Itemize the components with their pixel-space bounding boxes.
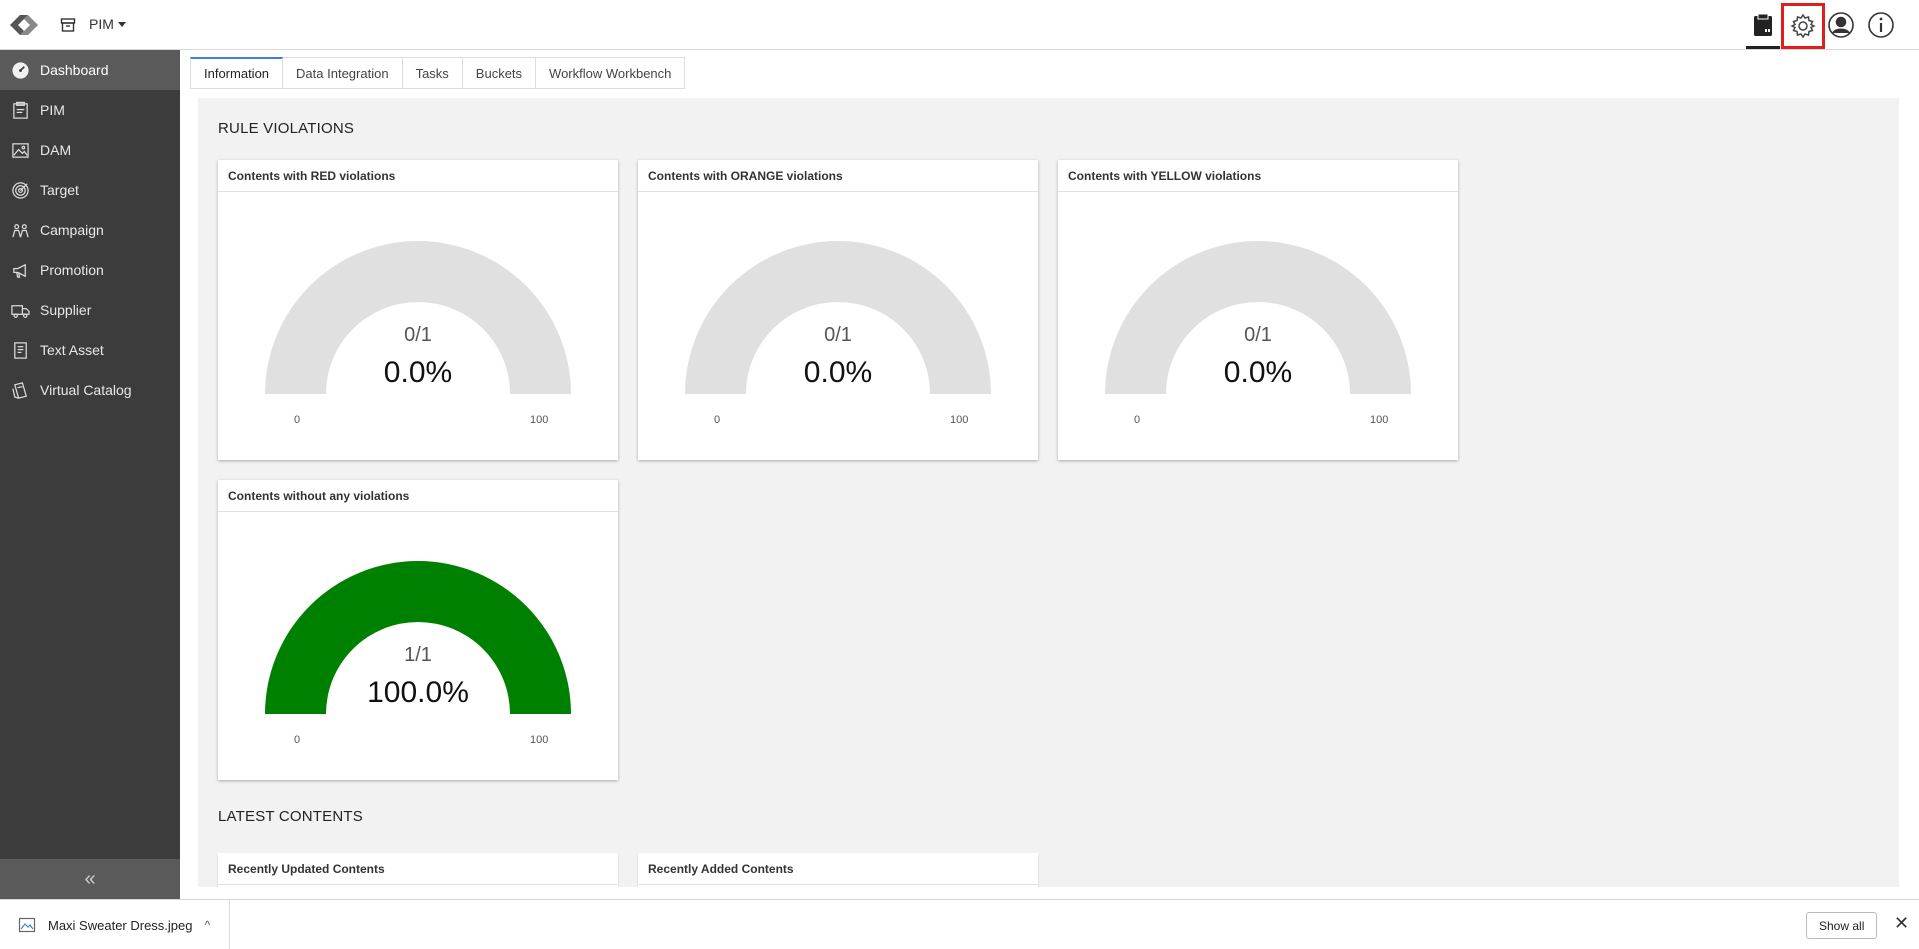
card-title: Contents without any violations — [218, 480, 618, 512]
sidebar-item-promotion[interactable]: Promotion — [0, 250, 180, 290]
gauge: 0/1 0.0% 0 100 — [638, 192, 1038, 460]
sidebar-item-label: Virtual Catalog — [40, 382, 132, 398]
gauge-max-label: 100 — [1370, 414, 1389, 426]
module-selector[interactable]: PIM — [89, 16, 126, 32]
info-icon[interactable] — [1864, 8, 1898, 42]
truck-icon — [9, 299, 31, 321]
tab-data-integration[interactable]: Data Integration — [283, 57, 403, 89]
gauge-count: 0/1 — [1244, 324, 1272, 346]
gauge-card-no-violations: Contents without any violations 1/1 100.… — [218, 480, 618, 780]
image-file-icon — [18, 916, 36, 934]
sidebar-item-label: DAM — [40, 142, 72, 158]
card-title: Contents with RED violations — [218, 160, 618, 192]
document-icon — [9, 339, 31, 361]
gauge-percent: 0.0% — [383, 356, 453, 389]
sidebar-item-label: Dashboard — [40, 62, 109, 78]
tab-workflow-workbench[interactable]: Workflow Workbench — [536, 57, 686, 89]
user-icon[interactable] — [1824, 8, 1858, 42]
gauge-count: 0/1 — [404, 324, 432, 346]
module-name-label: PIM — [89, 16, 114, 32]
top-bar: PIM — [0, 0, 1919, 50]
gauge-max-label: 100 — [530, 414, 549, 426]
gauge-min-label: 0 — [294, 734, 301, 746]
gauge-max-label: 100 — [950, 414, 969, 426]
gauge-count: 0/1 — [824, 324, 852, 346]
gauge-min-label: 0 — [294, 414, 301, 426]
download-item[interactable]: Maxi Sweater Dress.jpeg ^ — [12, 900, 230, 949]
chevron-up-icon[interactable]: ^ — [205, 918, 211, 932]
show-all-button[interactable]: Show all — [1806, 912, 1878, 939]
gauge-percent: 0.0% — [803, 356, 873, 389]
gauge-count: 1/1 — [404, 644, 432, 666]
main-panel: Information Data Integration Tasks Bucke… — [180, 50, 1919, 899]
card-title: Recently Updated Contents — [218, 853, 618, 885]
clipboard-icon[interactable] — [1746, 8, 1780, 49]
gauge-percent: 0.0% — [1223, 356, 1293, 389]
sidebar-item-pim[interactable]: PIM — [0, 90, 180, 130]
sidebar-item-virtual-catalog[interactable]: Virtual Catalog — [0, 370, 180, 410]
recently-added-card: Recently Added Contents — [638, 853, 1038, 887]
gauge: 0/1 0.0% 0 100 — [1058, 192, 1458, 460]
gauge-min-label: 0 — [1134, 414, 1141, 426]
sidebar-item-dam[interactable]: DAM — [0, 130, 180, 170]
sidebar-item-campaign[interactable]: Campaign — [0, 210, 180, 250]
tab-bar: Information Data Integration Tasks Bucke… — [190, 57, 686, 89]
tab-tasks[interactable]: Tasks — [402, 57, 463, 89]
rule-violations-heading: RULE VIOLATIONS — [218, 120, 355, 137]
pim-icon — [9, 99, 31, 121]
catalog-icon — [9, 379, 31, 401]
sidebar-item-label: Text Asset — [40, 342, 104, 358]
card-title: Recently Added Contents — [638, 853, 1038, 885]
gauge-card-red: Contents with RED violations 0/1 0.0% 0 … — [218, 160, 618, 460]
recently-updated-card: Recently Updated Contents — [218, 853, 618, 887]
sidebar-item-label: Target — [40, 182, 79, 198]
gauge-max-label: 100 — [530, 734, 549, 746]
gear-icon[interactable] — [1781, 3, 1825, 49]
megaphone-icon — [9, 259, 31, 281]
archive-icon[interactable] — [60, 17, 76, 33]
sidebar-item-text-asset[interactable]: Text Asset — [0, 330, 180, 370]
gauge-min-label: 0 — [714, 414, 721, 426]
download-file-name: Maxi Sweater Dress.jpeg — [48, 917, 193, 933]
sidebar: Dashboard PIM DAM Target Campaign Promot… — [0, 50, 180, 899]
sidebar-item-supplier[interactable]: Supplier — [0, 290, 180, 330]
dashboard-icon — [9, 59, 31, 81]
gauge-percent: 100.0% — [367, 676, 469, 709]
latest-contents-heading: LATEST CONTENTS — [218, 808, 363, 825]
gauge-card-orange: Contents with ORANGE violations 0/1 0.0%… — [638, 160, 1038, 460]
close-icon[interactable]: ✕ — [1894, 913, 1909, 934]
tab-information[interactable]: Information — [190, 57, 284, 89]
sidebar-item-label: Supplier — [40, 302, 92, 318]
caret-down-icon — [117, 21, 126, 27]
gauge: 1/1 100.0% 0 100 — [218, 512, 618, 780]
campaign-icon — [9, 219, 31, 241]
card-title: Contents with ORANGE violations — [638, 160, 1038, 192]
gauge: 0/1 0.0% 0 100 — [218, 192, 618, 460]
app-logo-icon[interactable] — [6, 9, 42, 41]
image-icon — [9, 139, 31, 161]
sidebar-item-label: PIM — [40, 102, 65, 118]
sidebar-item-target[interactable]: Target — [0, 170, 180, 210]
card-title: Contents with YELLOW violations — [1058, 160, 1458, 192]
sidebar-item-label: Promotion — [40, 262, 104, 278]
download-bar: Maxi Sweater Dress.jpeg ^ Show all ✕ — [0, 899, 1919, 949]
sidebar-collapse-button[interactable]: « — [0, 859, 180, 899]
sidebar-item-dashboard[interactable]: Dashboard — [0, 50, 180, 90]
sidebar-item-label: Campaign — [40, 222, 104, 238]
target-icon — [9, 179, 31, 201]
tab-buckets[interactable]: Buckets — [462, 57, 537, 89]
double-chevron-left-icon: « — [84, 867, 96, 890]
gauge-card-yellow: Contents with YELLOW violations 0/1 0.0%… — [1058, 160, 1458, 460]
dashboard-content[interactable]: RULE VIOLATIONS Contents with RED violat… — [198, 98, 1899, 887]
